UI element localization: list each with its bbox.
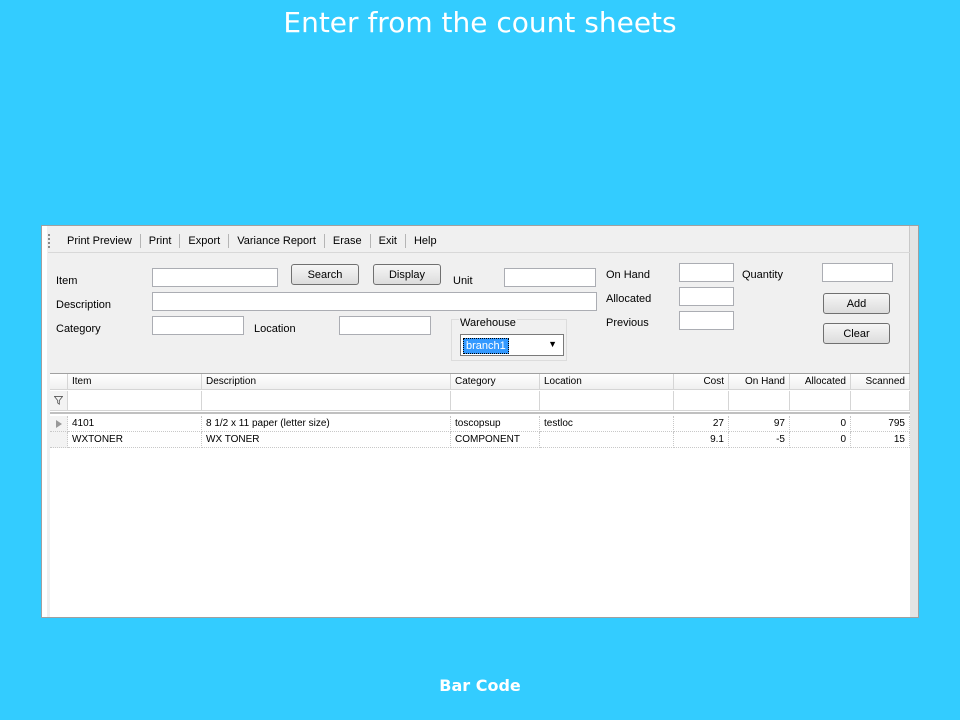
inventory-grid: Item Description Category Location Cost … <box>50 373 910 617</box>
column-header-item[interactable]: Item <box>68 374 202 390</box>
cell-on-hand[interactable]: -5 <box>729 432 790 448</box>
add-button[interactable]: Add <box>823 293 890 314</box>
item-label: Item <box>56 275 78 287</box>
menu-exit[interactable]: Exit <box>371 235 405 247</box>
category-label: Category <box>56 323 101 335</box>
chevron-down-icon[interactable]: ▼ <box>548 339 557 349</box>
cell-item[interactable]: WXTONER <box>68 432 202 448</box>
count-entry-window: Print Preview Print Export Variance Repo… <box>41 225 919 618</box>
item-input[interactable] <box>152 268 278 287</box>
cell-description[interactable]: WX TONER <box>202 432 451 448</box>
category-input[interactable] <box>152 316 244 335</box>
cell-location[interactable]: testloc <box>540 416 674 432</box>
clear-button[interactable]: Clear <box>823 323 890 344</box>
previous-label: Previous <box>606 317 649 329</box>
grid-corner <box>50 374 68 390</box>
menu-print-preview[interactable]: Print Preview <box>59 235 140 247</box>
menu-erase[interactable]: Erase <box>325 235 370 247</box>
filter-cost-cell[interactable] <box>674 391 729 411</box>
column-header-cost[interactable]: Cost <box>674 374 729 390</box>
cell-scanned[interactable]: 795 <box>851 416 910 432</box>
filter-allocated-cell[interactable] <box>790 391 851 411</box>
filter-description-cell[interactable] <box>202 391 451 411</box>
on-hand-input[interactable] <box>679 263 734 282</box>
row-header-cell[interactable] <box>50 432 68 448</box>
cell-item[interactable]: 4101 <box>68 416 202 432</box>
filter-category-cell[interactable] <box>451 391 540 411</box>
window-left-edge <box>42 226 47 617</box>
cell-on-hand[interactable]: 97 <box>729 416 790 432</box>
grid-filter-row <box>50 391 910 411</box>
quantity-label: Quantity <box>742 269 783 281</box>
table-row[interactable]: 4101 8 1/2 x 11 paper (letter size) tosc… <box>50 416 910 432</box>
warehouse-selected-value: branch1 <box>463 338 509 354</box>
cell-scanned[interactable]: 15 <box>851 432 910 448</box>
grid-header-row: Item Description Category Location Cost … <box>50 374 910 390</box>
cell-category[interactable]: toscopsup <box>451 416 540 432</box>
on-hand-label: On Hand <box>606 269 651 281</box>
allocated-input[interactable] <box>679 287 734 306</box>
menu-help[interactable]: Help <box>406 235 445 247</box>
toolbar-grip-icon[interactable] <box>48 234 53 248</box>
cell-category[interactable]: COMPONENT <box>451 432 540 448</box>
cell-description[interactable]: 8 1/2 x 11 paper (letter size) <box>202 416 451 432</box>
description-label: Description <box>56 299 112 311</box>
unit-input[interactable] <box>504 268 596 287</box>
cell-allocated[interactable]: 0 <box>790 432 851 448</box>
menu-print[interactable]: Print <box>141 235 180 247</box>
unit-label: Unit <box>453 275 473 287</box>
filter-item-cell[interactable] <box>68 391 202 411</box>
search-button[interactable]: Search <box>291 264 359 285</box>
location-label: Location <box>254 323 296 335</box>
slide-caption: Bar Code <box>439 676 521 695</box>
warehouse-label: Warehouse <box>459 317 517 329</box>
vertical-scrollbar[interactable] <box>909 226 918 617</box>
row-pointer-icon[interactable] <box>50 416 68 432</box>
menu-export[interactable]: Export <box>180 235 228 247</box>
column-header-scanned[interactable]: Scanned <box>851 374 910 390</box>
grid-header-divider <box>50 412 910 414</box>
menu-bar: Print Preview Print Export Variance Repo… <box>48 231 445 251</box>
table-row[interactable]: WXTONER WX TONER COMPONENT 9.1 -5 0 15 <box>50 432 910 448</box>
previous-input[interactable] <box>679 311 734 330</box>
column-header-allocated[interactable]: Allocated <box>790 374 851 390</box>
filter-location-cell[interactable] <box>540 391 674 411</box>
quantity-input[interactable] <box>822 263 893 282</box>
allocated-label: Allocated <box>606 293 652 305</box>
filter-icon[interactable] <box>50 391 68 411</box>
column-header-category[interactable]: Category <box>451 374 540 390</box>
description-input[interactable] <box>152 292 597 311</box>
column-header-location[interactable]: Location <box>540 374 674 390</box>
column-header-description[interactable]: Description <box>202 374 451 390</box>
filter-on-hand-cell[interactable] <box>729 391 790 411</box>
slide-title: Enter from the count sheets <box>283 6 677 39</box>
cell-location[interactable] <box>540 432 674 448</box>
cell-cost[interactable]: 9.1 <box>674 432 729 448</box>
menu-variance-report[interactable]: Variance Report <box>229 235 324 247</box>
cell-allocated[interactable]: 0 <box>790 416 851 432</box>
warehouse-select[interactable]: branch1 ▼ <box>460 334 564 356</box>
display-button[interactable]: Display <box>373 264 441 285</box>
menu-divider <box>48 252 910 253</box>
location-input[interactable] <box>339 316 431 335</box>
cell-cost[interactable]: 27 <box>674 416 729 432</box>
column-header-on-hand[interactable]: On Hand <box>729 374 790 390</box>
filter-scanned-cell[interactable] <box>851 391 910 411</box>
